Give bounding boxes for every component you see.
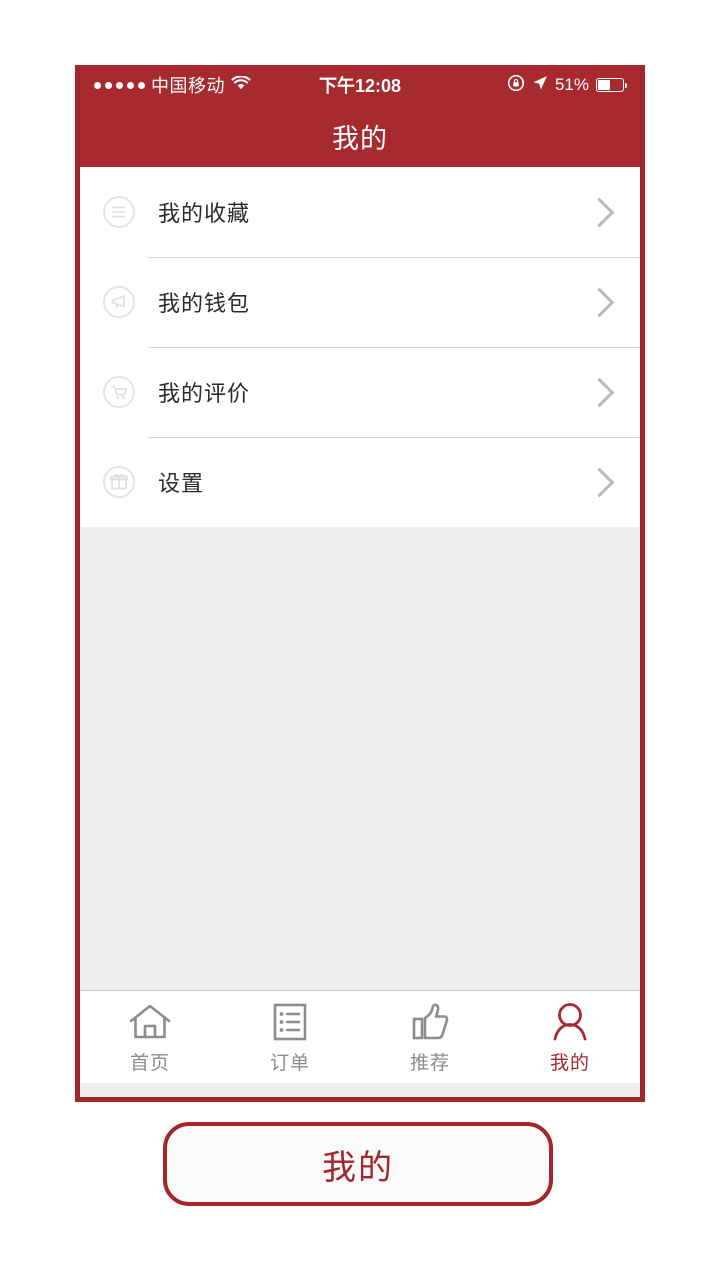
chevron-right-icon (584, 287, 615, 317)
list-lines-circle-icon (102, 195, 136, 229)
megaphone-circle-icon (102, 285, 136, 319)
gift-circle-icon (102, 465, 136, 499)
tab-label: 首页 (129, 1052, 170, 1074)
home-icon (127, 1000, 173, 1044)
battery-icon (596, 78, 628, 92)
tab-orders[interactable]: 订单 (220, 991, 360, 1083)
tab-label: 我的 (549, 1052, 590, 1074)
nav-bar: 我的 (80, 105, 640, 167)
bottom-tab-bar: 首页 订单 推荐 我的 (80, 990, 640, 1083)
battery-percent-label: 51% (554, 75, 589, 94)
thumbs-up-icon (408, 1000, 452, 1044)
page-title: 我的 (332, 123, 388, 154)
list-item-reviews[interactable]: 我的评价 (80, 347, 640, 437)
list-item-settings[interactable]: 设置 (80, 437, 640, 527)
list-item-favorites[interactable]: 我的收藏 (80, 167, 640, 257)
chevron-right-icon (584, 467, 615, 497)
list-item-label: 我的评价 (158, 381, 251, 406)
list-item-label: 设置 (158, 471, 205, 496)
tab-home[interactable]: 首页 (80, 991, 220, 1083)
screenshot-root: 中国移动 下午12:08 51% 我的 我的收藏 我的钱包 我的评价 设置 首页… (0, 0, 719, 1280)
menu-list: 我的收藏 我的钱包 我的评价 设置 (80, 167, 640, 527)
caption-text: 我的 (322, 1148, 394, 1187)
person-icon (548, 1000, 592, 1044)
tab-recommend[interactable]: 推荐 (360, 991, 500, 1083)
tab-mine[interactable]: 我的 (500, 991, 640, 1083)
status-bar-right: 51% (359, 74, 628, 97)
list-item-label: 我的钱包 (158, 291, 251, 316)
carrier-name: 中国移动 (151, 76, 225, 96)
wifi-icon (231, 74, 251, 96)
list-item-wallet[interactable]: 我的钱包 (80, 257, 640, 347)
status-bar: 中国移动 下午12:08 51% (80, 65, 640, 105)
tab-label: 订单 (269, 1052, 310, 1074)
chevron-right-icon (584, 197, 615, 227)
caption-callout: 我的 (163, 1122, 553, 1206)
status-bar-left: 中国移动 (94, 72, 359, 98)
empty-content-area (80, 527, 640, 990)
order-list-icon (269, 1000, 311, 1044)
location-arrow-icon (532, 75, 548, 96)
shopping-cart-circle-icon (102, 375, 136, 409)
phone-frame: 中国移动 下午12:08 51% 我的 我的收藏 我的钱包 我的评价 设置 首页… (75, 65, 645, 1102)
chevron-right-icon (584, 377, 615, 407)
rotation-lock-icon (507, 74, 525, 97)
list-item-label: 我的收藏 (158, 201, 251, 226)
tab-label: 推荐 (409, 1052, 450, 1074)
signal-strength-dots-icon (94, 81, 145, 89)
